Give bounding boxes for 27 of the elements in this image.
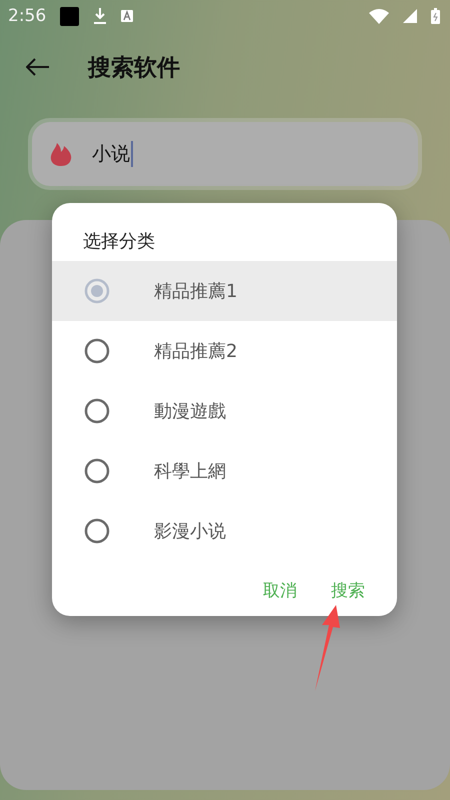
signal-icon [403, 9, 417, 23]
category-option[interactable]: 動漫遊戲 [52, 381, 397, 441]
keyboard-notification-icon [121, 10, 134, 22]
radio-button[interactable] [84, 458, 110, 484]
radio-button[interactable] [84, 278, 110, 304]
radio-button[interactable] [84, 398, 110, 424]
option-label: 科學上網 [154, 460, 226, 483]
flame-icon [50, 142, 72, 166]
category-option[interactable]: 影漫小说 [52, 501, 397, 561]
option-label: 影漫小说 [154, 520, 226, 543]
option-label: 精品推薦1 [154, 280, 238, 303]
radio-button[interactable] [84, 338, 110, 364]
download-icon [93, 8, 108, 24]
search-text: 小说 [92, 141, 133, 167]
wifi-icon [369, 8, 389, 24]
status-time: 2:56 [8, 6, 46, 26]
search-field[interactable]: 小说 [32, 122, 418, 186]
notification-square-icon [60, 6, 80, 26]
option-label: 動漫遊戲 [154, 400, 226, 423]
radio-button[interactable] [84, 518, 110, 544]
category-option[interactable]: 科學上網 [52, 441, 397, 501]
category-option[interactable]: 精品推薦1 [52, 261, 397, 321]
dialog-title: 选择分类 [82, 230, 156, 254]
battery-icon [431, 8, 440, 24]
category-option[interactable]: 精品推薦2 [52, 321, 397, 381]
page-title: 搜索软件 [88, 54, 180, 82]
option-label: 精品推薦2 [154, 340, 238, 363]
